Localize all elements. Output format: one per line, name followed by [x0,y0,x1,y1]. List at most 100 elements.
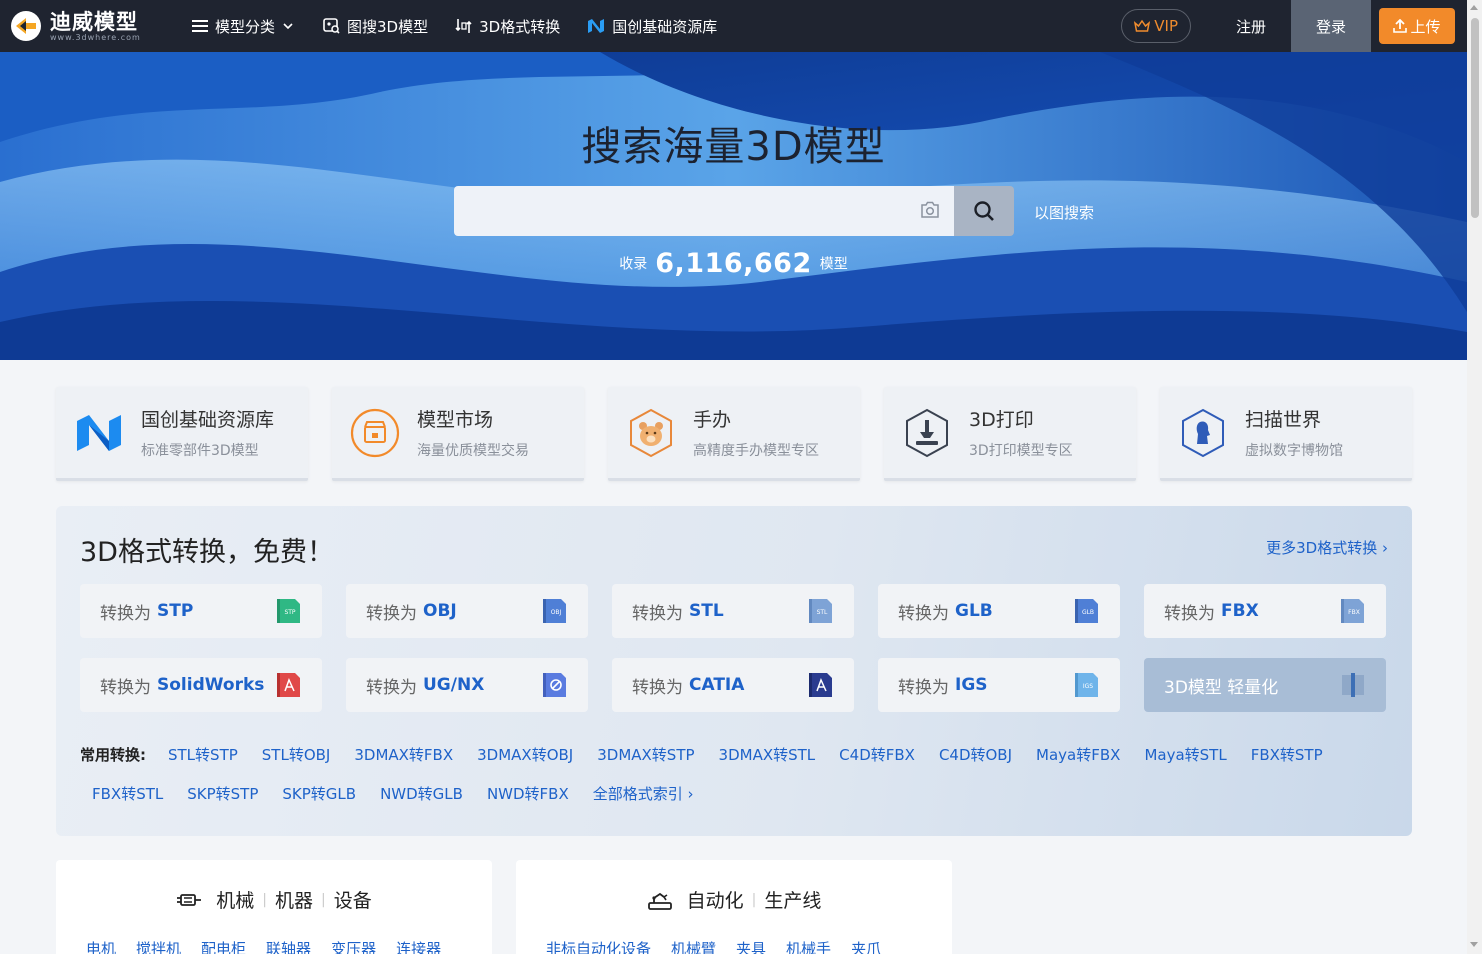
common-conversion-link[interactable]: 3DMAX转FBX [354,744,453,765]
common-conversions-label: 常用转换: [80,746,146,764]
category-link[interactable]: 电机 [86,938,116,954]
menu-icon [192,20,208,32]
category-link[interactable]: 夹具 [736,938,766,954]
category-link[interactable]: 搅拌机 [136,938,181,954]
convert-prefix: 转换为 [100,677,151,698]
vip-button[interactable]: VIP [1121,9,1191,43]
site-logo[interactable]: 迪威模型 www.3dwhere.com [10,0,170,52]
card-subtitle: 虚拟数字博物馆 [1245,443,1343,459]
search-input[interactable] [454,186,894,236]
crown-icon [1134,19,1151,32]
obj-file-icon: OBJ [543,599,566,623]
category-link[interactable]: 变压器 [331,938,376,954]
n-logo-icon [588,19,605,33]
convert-prefix: 转换为 [366,677,417,698]
common-conversion-link[interactable]: FBX转STP [1251,744,1323,765]
nav-format-convert[interactable]: 3D格式转换 [455,0,560,52]
scroll-up-arrow-icon[interactable] [1470,5,1478,10]
common-conversion-link[interactable]: C4D转OBJ [939,744,1012,765]
convert-to-glb-button[interactable]: 转换为 GLB GLB [878,584,1120,638]
common-conversion-link[interactable]: SKP转GLB [282,783,356,804]
category-heading[interactable]: 设备 [334,886,372,913]
common-conversion-link[interactable]: 3DMAX转STP [597,744,694,765]
category-heading[interactable]: 生产线 [764,886,821,913]
card-subtitle: 高精度手办模型专区 [693,443,819,459]
image-search-link[interactable]: 以图搜索 [1034,202,1094,223]
convert-to-stp-button[interactable]: 转换为 STP STP [80,584,322,638]
common-conversion-link[interactable]: Maya转STL [1144,744,1226,765]
common-conversion-link[interactable]: 3DMAX转OBJ [477,744,573,765]
convert-to-fbx-button[interactable]: 转换为 FBX FBX [1144,584,1386,638]
logo-text: 迪威模型 [50,9,138,34]
stats-number: 6,116,662 [655,248,812,279]
nav-image-search[interactable]: 图搜3D模型 [323,0,428,52]
common-conversion-link[interactable]: FBX转STL [92,783,163,804]
catia-file-icon [809,673,832,697]
printer-icon [906,408,948,457]
category-box-header: 自动化 | 生产线 [516,886,952,913]
common-conversion-link[interactable]: Maya转FBX [1036,744,1120,765]
nav-model-category[interactable]: 模型分类 [192,0,293,52]
search-button[interactable] [954,186,1014,236]
scrollbar-thumb[interactable] [1471,18,1479,218]
image-search-icon [323,18,340,34]
logo-url: www.3dwhere.com [50,32,141,42]
common-conversion-link[interactable]: NWD转FBX [487,783,569,804]
category-link[interactable]: 机械臂 [671,938,716,954]
lightweight-label: 3D模型 轻量化 [1164,677,1279,698]
category-link[interactable]: 连接器 [396,938,441,954]
common-conversion-link[interactable]: NWD转GLB [380,783,463,804]
category-link[interactable]: 配电柜 [201,938,246,954]
card-figures[interactable]: 手办 高精度手办模型专区 [608,387,860,481]
card-3d-print[interactable]: 3D打印 3D打印模型专区 [884,387,1136,481]
nav-resource-library[interactable]: 国创基础资源库 [587,0,717,52]
glb-file-icon: GLB [1075,599,1098,623]
convert-prefix: 转换为 [898,677,949,698]
page-scrollbar[interactable] [1467,0,1482,954]
ugnx-file-icon [543,673,566,697]
convert-to-igs-button[interactable]: 转换为 IGS IGS [878,658,1120,712]
category-link[interactable]: 非标自动化设备 [546,938,651,954]
card-title: 手办 [693,409,732,431]
svg-text:FBX: FBX [1348,609,1360,616]
category-link[interactable]: 联轴器 [266,938,311,954]
convert-to-solidworks-button[interactable]: 转换为 SolidWorks [80,658,322,712]
category-box-header: 机械 | 机器 | 设备 [56,886,492,913]
fbx-file-icon: FBX [1341,599,1364,623]
more-conversions-link[interactable]: 更多3D格式转换 › [1266,537,1388,558]
all-formats-index-link[interactable]: 全部格式索引 › [593,783,694,804]
model-count: 收录 6,116,662 模型 [0,248,1467,279]
shop-icon [350,408,400,457]
card-scan-world[interactable]: 扫描世界 虚拟数字博物馆 [1160,387,1412,481]
category-heading[interactable]: 机器 [275,886,313,913]
model-lightweight-button[interactable]: 3D模型 轻量化 [1144,658,1386,712]
login-button[interactable]: 登录 [1291,0,1371,52]
register-link[interactable]: 注册 [1223,16,1279,37]
nav-resource-library-label: 国创基础资源库 [612,17,718,36]
upload-button[interactable]: 上传 [1379,8,1455,44]
category-link[interactable]: 夹爪 [851,938,881,954]
stats-suffix: 模型 [819,256,848,273]
scroll-down-arrow-icon[interactable] [1470,942,1478,947]
convert-format: OBJ [423,601,457,621]
convert-to-obj-button[interactable]: 转换为 OBJ OBJ [346,584,588,638]
camera-icon[interactable] [920,201,940,219]
convert-to-ugnx-button[interactable]: 转换为 UG/NX [346,658,588,712]
convert-to-catia-button[interactable]: 转换为 CATIA [612,658,854,712]
category-heading[interactable]: 机械 [216,886,254,913]
category-heading[interactable]: 自动化 [687,886,744,913]
category-cards: 国创基础资源库 标准零部件3D模型 模型市场 海量优质模型交易 手办 高精度手办… [56,387,1412,481]
common-conversion-link[interactable]: C4D转FBX [839,744,915,765]
stp-file-icon: STP [277,599,300,623]
common-conversion-link[interactable]: 3DMAX转STL [719,744,816,765]
convert-format: STL [689,601,724,621]
card-resource-library[interactable]: 国创基础资源库 标准零部件3D模型 [56,387,308,481]
hero-banner: 搜索海量3D模型 以图搜索 收录 6,116,662 模型 [0,52,1467,360]
card-subtitle: 标准零部件3D模型 [141,443,259,459]
common-conversion-link[interactable]: SKP转STP [187,783,258,804]
card-model-market[interactable]: 模型市场 海量优质模型交易 [332,387,584,481]
category-link[interactable]: 机械手 [786,938,831,954]
common-conversion-link[interactable]: STL转OBJ [262,744,331,765]
convert-to-stl-button[interactable]: 转换为 STL STL [612,584,854,638]
common-conversion-link[interactable]: STL转STP [168,744,238,765]
